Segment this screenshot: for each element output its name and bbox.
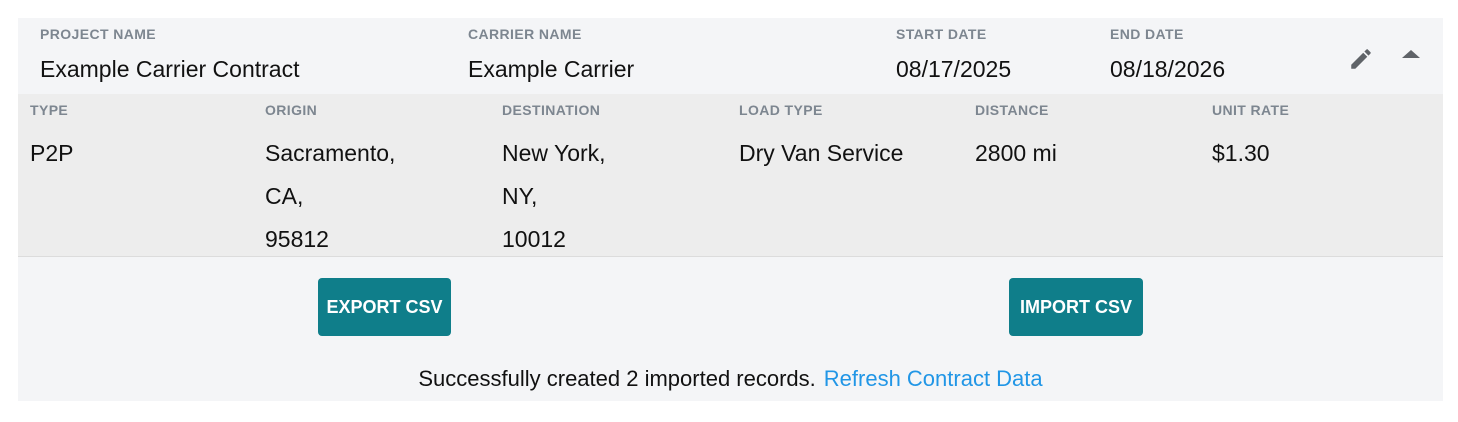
carrier-name-label: CARRIER NAME: [468, 26, 582, 42]
carrier-name-field: CARRIER NAME Example Carrier: [468, 26, 634, 83]
distance-field: DISTANCE 2800 mi: [975, 102, 1057, 175]
origin-city: Sacramento,: [265, 140, 396, 166]
refresh-contract-data-link[interactable]: Refresh Contract Data: [824, 366, 1043, 391]
contract-card: PROJECT NAME Example Carrier Contract CA…: [18, 18, 1443, 401]
load-type-label: LOAD TYPE: [739, 102, 823, 118]
origin-state: CA,: [265, 183, 304, 209]
unit-rate-field: UNIT RATE $1.30: [1212, 102, 1289, 175]
end-date-label: END DATE: [1110, 26, 1184, 42]
destination-field: DESTINATION New York, NY, 10012: [502, 102, 606, 261]
load-type-value: Dry Van Service: [739, 140, 904, 166]
destination-zip: 10012: [502, 226, 566, 252]
origin-label: ORIGIN: [265, 102, 318, 118]
type-field: TYPE P2P: [30, 102, 73, 175]
origin-zip: 95812: [265, 226, 329, 252]
unit-rate-value: $1.30: [1212, 140, 1270, 166]
caret-up-icon[interactable]: [1400, 48, 1422, 67]
start-date-value: 08/17/2025: [896, 56, 1012, 82]
carrier-name-value: Example Carrier: [468, 56, 635, 82]
end-date-value: 08/18/2026: [1110, 56, 1226, 82]
origin-field: ORIGIN Sacramento, CA, 95812: [265, 102, 395, 261]
contract-header: PROJECT NAME Example Carrier Contract CA…: [18, 18, 1443, 94]
contract-details: TYPE P2P ORIGIN Sacramento, CA, 95812 DE…: [18, 94, 1443, 257]
import-status-message: Successfully created 2 imported records.: [418, 366, 816, 391]
type-label: TYPE: [30, 102, 69, 118]
project-name-field: PROJECT NAME Example Carrier Contract: [40, 26, 299, 83]
load-type-field: LOAD TYPE Dry Van Service: [739, 102, 903, 175]
destination-value: New York, NY, 10012: [502, 132, 606, 261]
import-status: Successfully created 2 imported records.…: [18, 366, 1443, 392]
project-name-value: Example Carrier Contract: [40, 56, 300, 82]
origin-value: Sacramento, CA, 95812: [265, 132, 395, 261]
distance-value: 2800 mi: [975, 140, 1057, 166]
end-date-field: END DATE 08/18/2026: [1110, 26, 1225, 83]
export-csv-button[interactable]: EXPORT CSV: [318, 278, 451, 336]
unit-rate-label: UNIT RATE: [1212, 102, 1290, 118]
type-value: P2P: [30, 140, 74, 166]
pencil-icon[interactable]: [1348, 46, 1374, 77]
project-name-label: PROJECT NAME: [40, 26, 157, 42]
destination-label: DESTINATION: [502, 102, 601, 118]
destination-state: NY,: [502, 183, 538, 209]
import-csv-button[interactable]: IMPORT CSV: [1009, 278, 1143, 336]
start-date-label: START DATE: [896, 26, 987, 42]
destination-city: New York,: [502, 140, 606, 166]
start-date-field: START DATE 08/17/2025: [896, 26, 1011, 83]
distance-label: DISTANCE: [975, 102, 1049, 118]
